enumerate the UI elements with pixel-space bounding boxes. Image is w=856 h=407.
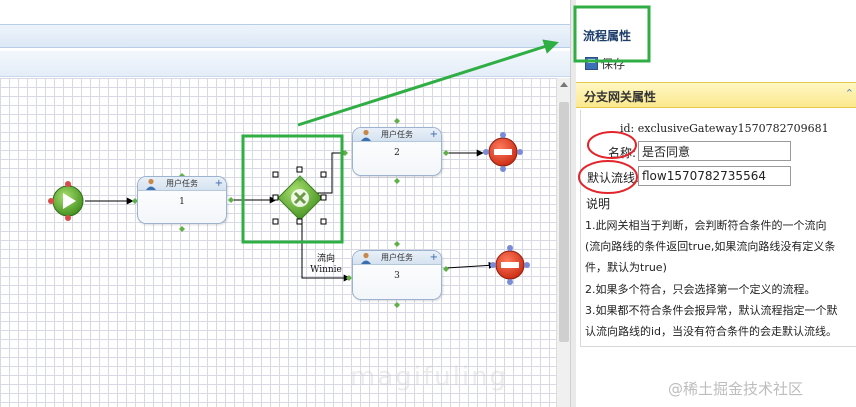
end-event-icon — [483, 132, 523, 172]
task-header-label: 用户任务 — [381, 130, 413, 139]
exclusive-gateway-icon — [272, 166, 327, 225]
task-header: 用户任务 + — [138, 177, 226, 191]
default-flow-label: 默认流线: — [586, 171, 639, 185]
save-label: 保存 — [601, 56, 626, 71]
expand-icon[interactable]: + — [430, 251, 438, 264]
task-header: 用户任务 + — [353, 128, 441, 142]
collapse-icon[interactable]: ⌃ — [845, 87, 854, 100]
flow-label-line: Winnie — [310, 265, 342, 275]
description-line: 2.如果多个符合，只会选择第一个定义的流程。 — [585, 282, 816, 296]
end-event-icon — [490, 245, 530, 285]
user-icon — [361, 129, 371, 141]
expand-icon[interactable]: + — [215, 177, 223, 190]
description-line: 3.如果都不符合条件会报异常，默认流程指定一个默 — [585, 303, 838, 317]
task-number: 3 — [394, 271, 400, 281]
flow-task3-to-end — [445, 261, 496, 269]
watermark: @稀土掘金技术社区 — [668, 380, 804, 398]
task-number: 1 — [179, 197, 185, 207]
description-line: (流向路线的条件返回true,如果流向路线没有定义条 — [585, 240, 836, 254]
faint-watermark: magifuling — [350, 362, 509, 392]
description-line: 件，默认为true) — [585, 261, 667, 275]
expand-icon[interactable]: + — [430, 128, 438, 141]
user-task-1[interactable]: 用户任务 + 1 — [137, 176, 227, 224]
user-task-2[interactable]: 用户任务 + 2 — [352, 127, 442, 176]
flow-gateway-to-task2 — [313, 149, 348, 194]
name-label: 名称: — [607, 146, 636, 160]
start-event-icon — [48, 181, 84, 221]
user-icon — [146, 178, 156, 190]
task-header: 用户任务 + — [353, 251, 441, 265]
panel-title: 流程属性 — [583, 29, 632, 43]
name-input[interactable] — [638, 141, 791, 161]
task-header-label: 用户任务 — [166, 179, 198, 188]
flow-label[interactable]: 流向 Winnie — [306, 254, 346, 276]
description-line: 认流向路线的id，当没有符合条件的会走默认流线。 — [585, 325, 838, 339]
save-icon — [585, 56, 598, 70]
task-number: 2 — [394, 148, 400, 158]
flow-label-line: 流向 — [316, 254, 335, 264]
gateway-id: id: exclusiveGateway1570782709681 — [620, 122, 829, 135]
description-text: 1.此网关相当于判断，会判断符合条件的一个流向 (流向路线的条件返回true,如… — [585, 215, 856, 342]
user-task-3[interactable]: 用户任务 + 3 — [352, 250, 442, 300]
gateway-properties-header[interactable]: 分支网关属性 ⌃ — [576, 82, 856, 108]
section-title: 分支网关属性 — [584, 90, 657, 104]
description-line: 1.此网关相当于判断，会判断符合条件的一个流向 — [585, 219, 827, 232]
screen: 用户任务 + 1 用户任务 + 2 用户任务 + 3 流向 Winnie 流程属… — [0, 0, 856, 407]
description-title: 说明 — [586, 197, 611, 211]
user-icon — [361, 252, 371, 264]
task-header-label: 用户任务 — [381, 253, 413, 262]
workflow-diagram — [48, 118, 530, 308]
save-button[interactable]: 保存 — [585, 54, 625, 72]
default-flow-input[interactable] — [638, 166, 791, 186]
